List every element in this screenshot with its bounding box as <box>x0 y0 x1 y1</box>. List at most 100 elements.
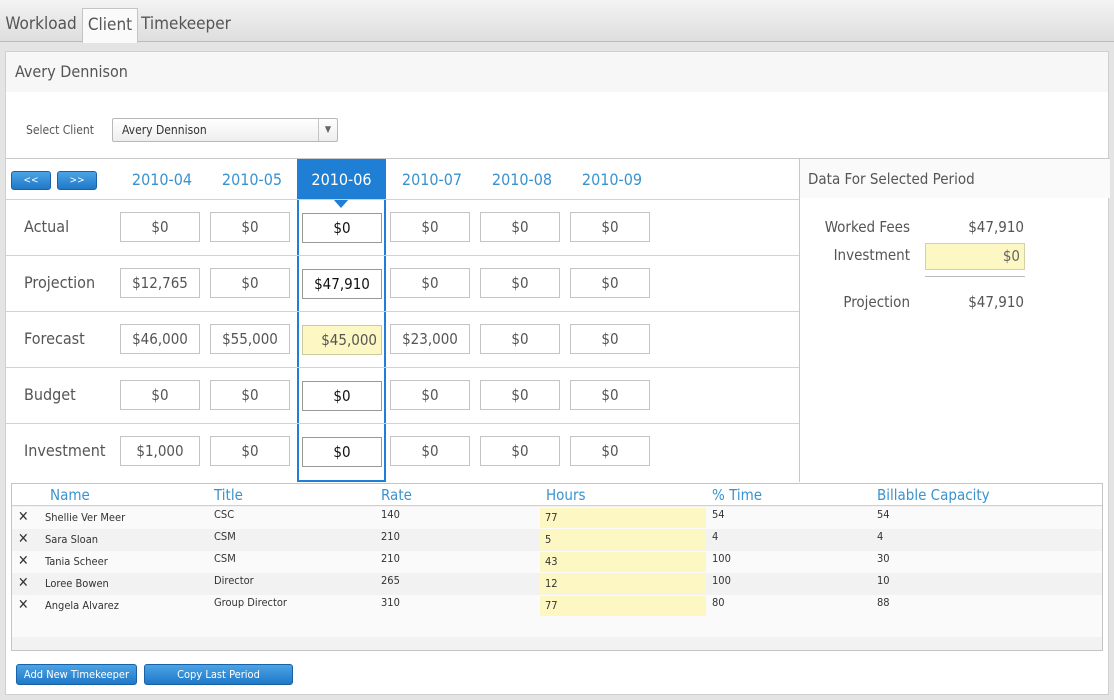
investment-label: Investment <box>833 246 910 264</box>
table-row: ✕ Shellie Ver Meer CSC 140 77 54 54 <box>12 507 1102 529</box>
cell-pct-time: 80 <box>712 596 725 609</box>
cell-billable-capacity: 4 <box>877 530 884 543</box>
cell-rate: 265 <box>381 574 400 587</box>
hours-input[interactable]: 12 <box>540 574 706 594</box>
timekeeper-table: Name Title Rate Hours % Time Billable Ca… <box>11 483 1103 651</box>
cell-rate: 210 <box>381 530 400 543</box>
column-header-hours[interactable]: Hours <box>546 486 586 504</box>
value-cell-selected: $0 <box>302 437 382 467</box>
value-cell: $12,765 <box>120 268 200 298</box>
cell-rate: 210 <box>381 552 400 565</box>
cell-pct-time: 100 <box>712 552 731 565</box>
value-cell: $0 <box>570 324 650 354</box>
value-cell: $0 <box>210 268 290 298</box>
value-cell: $23,000 <box>390 324 470 354</box>
forecast-input-selected[interactable]: $45,000 <box>302 325 382 355</box>
value-cell: $0 <box>120 212 200 242</box>
side-panel-title: Data For Selected Period <box>808 170 975 188</box>
value-cell: $0 <box>480 268 560 298</box>
delete-icon[interactable]: ✕ <box>18 575 30 591</box>
table-header: Name Title Rate Hours % Time Billable Ca… <box>12 484 1102 506</box>
period-header-selected[interactable]: 2010-06 <box>297 159 386 199</box>
table-row: ✕ Sara Sloan CSM 210 5 4 4 <box>12 529 1102 551</box>
prev-periods-button[interactable]: << <box>11 171 51 190</box>
period-header[interactable]: 2010-07 <box>389 170 475 189</box>
column-header-title[interactable]: Title <box>214 486 243 504</box>
cell-pct-time: 100 <box>712 574 731 587</box>
cell-billable-capacity: 10 <box>877 574 890 587</box>
cell-name: Tania Scheer <box>45 555 108 568</box>
period-header[interactable]: 2010-05 <box>209 170 295 189</box>
row-divider <box>6 199 799 200</box>
value-cell: $46,000 <box>120 324 200 354</box>
cell-title: Group Director <box>214 596 287 609</box>
page-title: Avery Dennison <box>15 62 128 81</box>
tab-client[interactable]: Client <box>82 8 138 43</box>
delete-icon[interactable]: ✕ <box>18 553 30 569</box>
row-divider <box>6 423 799 424</box>
value-cell: $0 <box>210 436 290 466</box>
value-cell: $0 <box>390 380 470 410</box>
delete-icon[interactable]: ✕ <box>18 509 30 525</box>
row-label-actual: Actual <box>24 217 70 236</box>
add-new-timekeeper-button[interactable]: Add New Timekeeper <box>16 664 137 685</box>
tab-timekeeper[interactable]: Timekeeper <box>140 6 232 42</box>
value-cell-selected: $0 <box>302 213 382 243</box>
period-header[interactable]: 2010-08 <box>479 170 565 189</box>
table-row: ✕ Angela Alvarez Group Director 310 77 8… <box>12 595 1102 617</box>
cell-hours: 77 <box>545 599 558 612</box>
cell-hours: 77 <box>545 511 558 524</box>
cell-name: Sara Sloan <box>45 533 99 546</box>
cell-rate: 140 <box>381 508 400 521</box>
selected-period-pointer <box>333 199 349 208</box>
column-header-pct-time[interactable]: % Time <box>712 486 762 504</box>
cell-title: CSM <box>214 552 236 565</box>
value-cell: $0 <box>480 380 560 410</box>
table-row: ✕ Loree Bowen Director 265 12 100 10 <box>12 573 1102 595</box>
cell-title: Director <box>214 574 254 587</box>
value-cell: $0 <box>390 212 470 242</box>
column-header-rate[interactable]: Rate <box>381 486 412 504</box>
value-cell: $0 <box>480 212 560 242</box>
client-select[interactable]: Avery Dennison ▼ <box>112 118 338 142</box>
cell-name: Angela Alvarez <box>45 599 119 612</box>
value-cell-selected: $47,910 <box>302 269 382 299</box>
delete-icon[interactable]: ✕ <box>18 597 30 613</box>
row-label-budget: Budget <box>24 385 76 404</box>
tab-workload[interactable]: Workload <box>0 6 82 42</box>
value-cell: $0 <box>480 324 560 354</box>
hours-input[interactable]: 77 <box>540 508 706 528</box>
value-cell: $1,000 <box>120 436 200 466</box>
next-periods-button[interactable]: >> <box>57 171 97 190</box>
worked-fees-value: $47,910 <box>968 218 1024 236</box>
panel-header: Avery Dennison <box>6 52 1108 92</box>
cell-hours: 5 <box>545 533 552 546</box>
column-header-name[interactable]: Name <box>50 486 90 504</box>
row-label-investment: Investment <box>24 441 106 460</box>
hours-input[interactable]: 77 <box>540 596 706 616</box>
chevron-down-icon[interactable]: ▼ <box>318 119 337 141</box>
value-cell: $0 <box>390 268 470 298</box>
copy-last-period-button[interactable]: Copy Last Period <box>144 664 293 685</box>
hours-input[interactable]: 5 <box>540 530 706 550</box>
value-cell: $0 <box>570 380 650 410</box>
investment-input[interactable]: $0 <box>925 243 1025 270</box>
row-label-projection: Projection <box>24 273 96 292</box>
value-cell: $0 <box>390 436 470 466</box>
hours-input[interactable]: 43 <box>540 552 706 572</box>
cell-billable-capacity: 54 <box>877 508 890 521</box>
cell-title: CSM <box>214 530 236 543</box>
value-cell: $0 <box>210 380 290 410</box>
period-grid: << >> 2010-04 2010-05 2010-06 2010-07 20… <box>6 158 800 482</box>
cell-name: Shellie Ver Meer <box>45 511 126 524</box>
period-header[interactable]: 2010-09 <box>569 170 655 189</box>
delete-icon[interactable]: ✕ <box>18 531 30 547</box>
row-divider <box>6 367 799 368</box>
select-client-label: Select Client <box>26 123 94 137</box>
projection-label: Projection <box>843 293 910 311</box>
column-header-billable-capacity[interactable]: Billable Capacity <box>877 486 990 504</box>
side-divider <box>925 276 1025 277</box>
period-header[interactable]: 2010-04 <box>119 170 205 189</box>
cell-pct-time: 4 <box>712 530 719 543</box>
row-divider <box>6 311 799 312</box>
